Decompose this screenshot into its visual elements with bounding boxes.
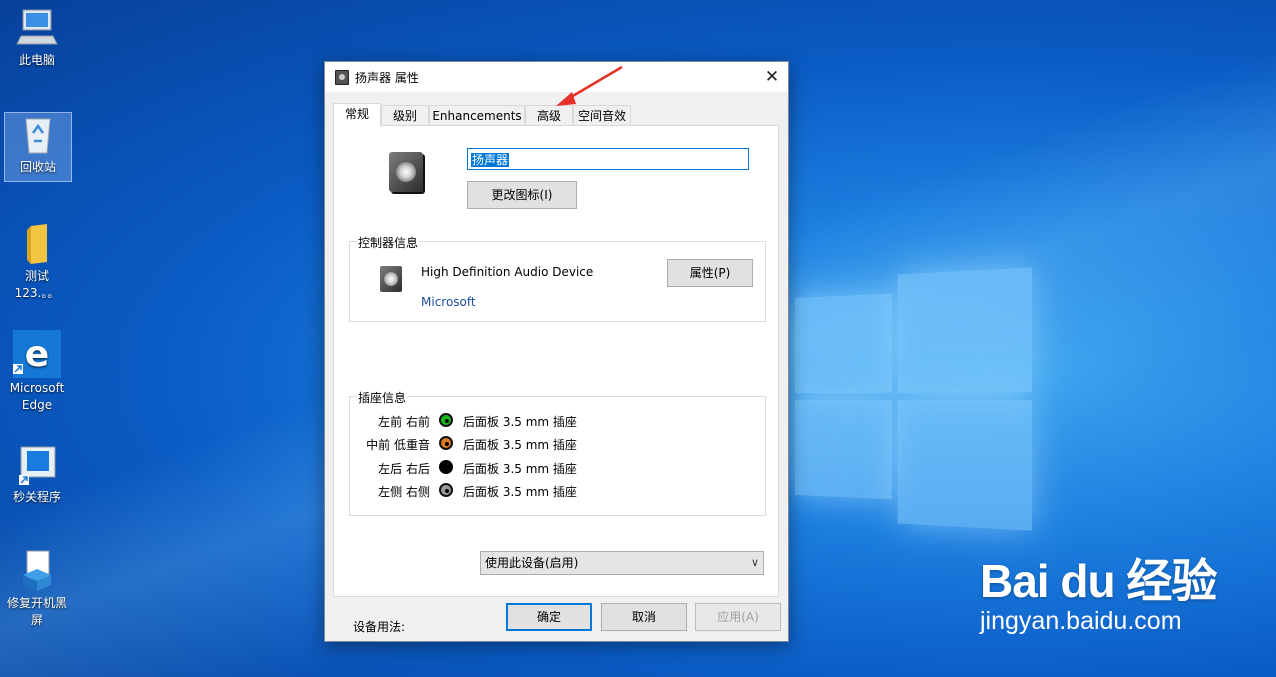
device-usage-label: 设备用法: <box>353 620 406 634</box>
tab-general[interactable]: 常规 <box>333 103 381 127</box>
tab-levels[interactable]: 级别 <box>381 105 429 125</box>
device-usage-value: 使用此设备(启用) <box>485 556 579 570</box>
folder-icon <box>15 222 59 266</box>
speaker-properties-dialog: 扬声器 属性 ✕ 常规 级别 Enhancements 高级 空间音效 扬声器 … <box>324 61 789 642</box>
recycle-bin-icon <box>16 113 60 157</box>
tab-enhancements[interactable]: Enhancements <box>429 105 525 125</box>
speaker-device-icon <box>389 152 423 192</box>
jack-channel-label: 左后 右后 <box>378 462 430 476</box>
controller-properties-button[interactable]: 属性(P) <box>667 259 753 287</box>
device-usage-select[interactable]: 使用此设备(启用) ∨ <box>480 551 764 575</box>
installer-package-icon <box>15 549 59 593</box>
jack-color-icon <box>439 413 453 427</box>
device-name-value: 扬声器 <box>471 153 510 167</box>
jack-info-title: 插座信息 <box>357 389 408 406</box>
desktop-icon-fix-black-screen[interactable]: 修复开机黑屏 <box>4 549 70 629</box>
jack-info-group: 插座信息 左前 右前 后面板 3.5 mm 插座 中前 低重音 后面板 3.5 … <box>349 389 766 516</box>
jack-location: 后面板 3.5 mm 插座 <box>463 485 577 499</box>
baidu-jingyan-watermark: Bai du 经验 jingyan.baidu.com <box>980 545 1217 636</box>
windows-logo-wallpaper <box>795 267 1037 531</box>
jack-location: 后面板 3.5 mm 插座 <box>463 462 577 476</box>
tab-panel-general: 扬声器 更改图标(I) 控制器信息 High Definition Audio … <box>333 125 779 634</box>
desktop-icon-label: 测试123.。。 <box>14 269 60 300</box>
speaker-icon <box>335 70 349 85</box>
chevron-down-icon: ∨ <box>750 556 759 569</box>
jack-row: 左侧 右侧 后面板 3.5 mm 插座 <box>350 481 770 501</box>
desktop-icon-label: 回收站 <box>19 160 56 174</box>
desktop-icon-recycle-bin[interactable]: 回收站 <box>4 112 72 182</box>
controller-vendor: Microsoft <box>421 295 476 309</box>
change-icon-button[interactable]: 更改图标(I) <box>467 181 577 209</box>
jack-row: 左后 右后 后面板 3.5 mm 插座 <box>350 458 770 478</box>
application-window-icon <box>15 443 59 487</box>
controller-info-group: 控制器信息 High Definition Audio Device Micro… <box>349 234 766 322</box>
apply-button[interactable]: 应用(A) <box>695 603 781 631</box>
jack-color-icon <box>439 483 453 497</box>
ok-button[interactable]: 确定 <box>506 603 592 631</box>
controller-device-name: High Definition Audio Device <box>421 265 594 279</box>
jack-channel-label: 中前 低重音 <box>366 438 430 452</box>
device-name-input[interactable]: 扬声器 <box>467 148 749 170</box>
annotation-arrow-icon <box>556 65 623 106</box>
jack-location: 后面板 3.5 mm 插座 <box>463 415 577 429</box>
svg-text:e: e <box>25 334 49 375</box>
cancel-button[interactable]: 取消 <box>601 603 687 631</box>
desktop-icon-label: 此电脑 <box>18 53 55 67</box>
desktop-icon-label: Microsoft Edge <box>9 381 65 412</box>
jack-row: 左前 右前 后面板 3.5 mm 插座 <box>350 411 770 431</box>
dialog-title: 扬声器 属性 <box>355 71 419 85</box>
desktop-icon-this-pc[interactable]: 此电脑 <box>4 6 70 69</box>
jack-color-icon <box>439 436 453 450</box>
jack-channel-label: 左前 右前 <box>378 415 430 429</box>
desktop-icon-test-folder[interactable]: 测试123.。。 <box>4 222 70 302</box>
computer-icon <box>15 6 59 50</box>
desktop-icon-label: 修复开机黑屏 <box>6 596 67 627</box>
jack-location: 后面板 3.5 mm 插座 <box>463 438 577 452</box>
edge-icon: e <box>13 330 61 378</box>
desktop-icon-label: 秒关程序 <box>12 490 61 504</box>
controller-speaker-icon <box>380 266 402 292</box>
baidu-url: jingyan.baidu.com <box>980 607 1182 635</box>
jack-row: 中前 低重音 后面板 3.5 mm 插座 <box>350 434 770 454</box>
controller-info-title: 控制器信息 <box>357 234 420 251</box>
jack-color-icon <box>439 460 453 474</box>
jack-channel-label: 左侧 右侧 <box>378 485 430 499</box>
desktop-icon-shortcut-program[interactable]: 秒关程序 <box>4 443 70 506</box>
desktop-icon-edge[interactable]: e Microsoft Edge <box>4 330 70 414</box>
baidu-logo: Bai du 经验 <box>980 555 1217 607</box>
close-button[interactable]: ✕ <box>756 62 788 92</box>
